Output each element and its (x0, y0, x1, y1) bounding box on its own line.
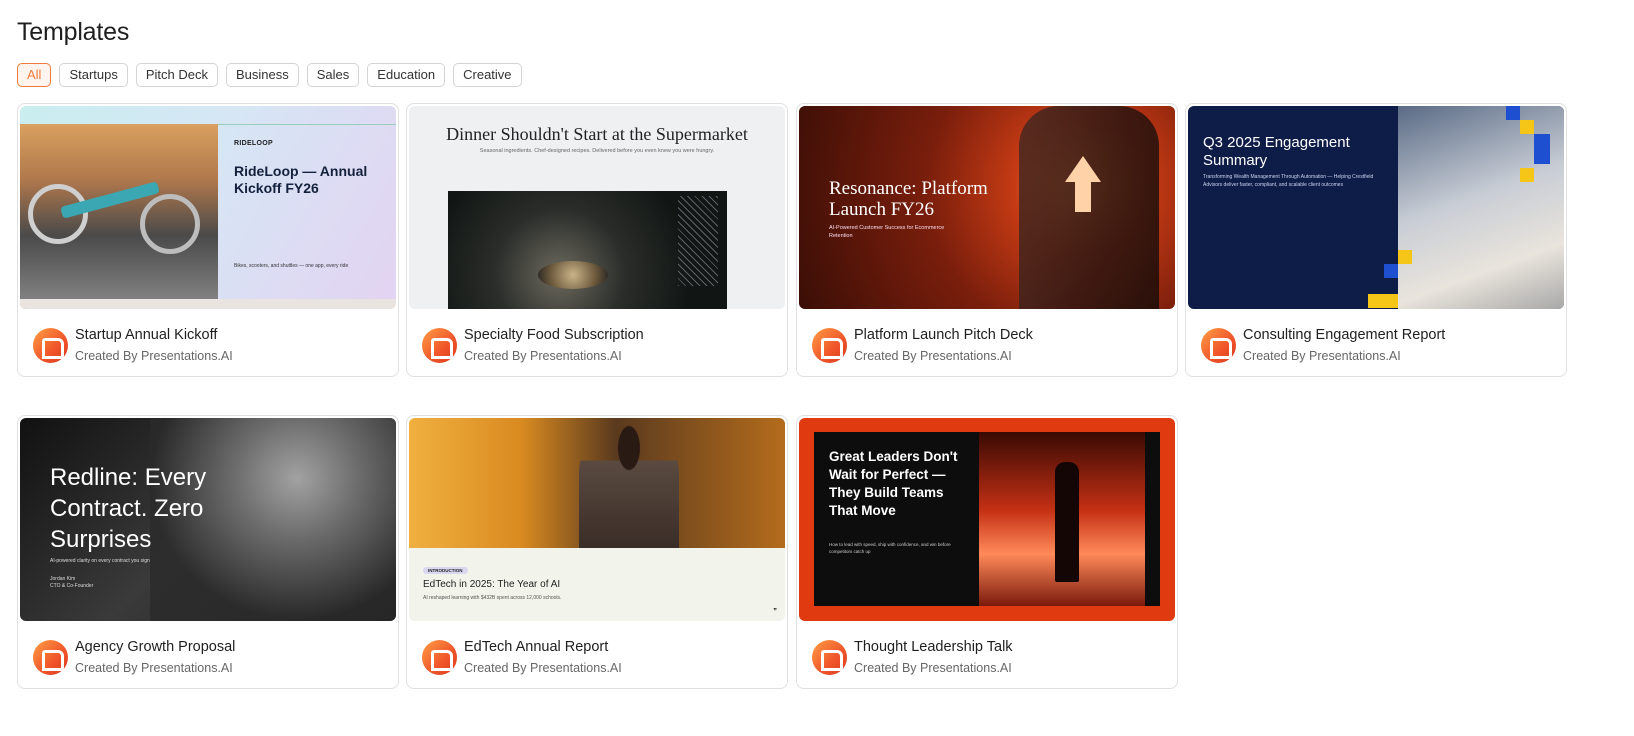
card-creator: Created By Presentations.AI (854, 349, 1012, 363)
presentations-ai-logo-icon (422, 327, 457, 363)
herb-shape (678, 196, 718, 286)
thumb-subheading: AI-powered clarity on every contract you… (50, 558, 150, 564)
section-pill: INTRODUCTION (423, 567, 468, 574)
filter-chip-all[interactable]: All (17, 63, 52, 87)
template-card[interactable]: Great Leaders Don't Wait for Perfect — T… (796, 415, 1178, 689)
card-title[interactable]: EdTech Annual Report (464, 638, 622, 656)
arrow-shaft (1075, 182, 1091, 212)
template-card[interactable]: Q3 2025 Engagement Summary Transforming … (1185, 103, 1567, 377)
presentations-ai-logo-icon (422, 639, 457, 675)
presentations-ai-logo-icon (33, 327, 68, 363)
template-thumbnail[interactable]: Resonance: Platform Launch FY26 AI-Power… (799, 106, 1175, 309)
thumb-presenter: Jordan Kim CTO & Co-Founder (50, 576, 93, 590)
filter-chip-sales[interactable]: Sales (306, 63, 360, 87)
template-thumbnail[interactable]: Q3 2025 Engagement Summary Transforming … (1188, 106, 1564, 309)
card-meta: Consulting Engagement Report Created By … (1201, 326, 1445, 364)
decor-square (1534, 134, 1550, 164)
card-creator: Created By Presentations.AI (854, 661, 1012, 675)
template-card[interactable]: Dinner Shouldn't Start at the Supermarke… (406, 103, 788, 377)
template-card[interactable]: INTRODUCTION EdTech in 2025: The Year of… (406, 415, 788, 689)
student-figure (579, 423, 679, 548)
decor-square (1520, 168, 1534, 182)
card-creator: Created By Presentations.AI (464, 349, 622, 363)
template-thumbnail[interactable]: Dinner Shouldn't Start at the Supermarke… (409, 106, 785, 309)
template-thumbnail[interactable]: Great Leaders Don't Wait for Perfect — T… (799, 418, 1175, 621)
card-meta: Agency Growth Proposal Created By Presen… (33, 638, 235, 676)
presentations-ai-logo-icon (812, 639, 847, 675)
thumb-heading: RideLoop — Annual Kickoff FY26 (234, 163, 368, 196)
card-title[interactable]: Thought Leadership Talk (854, 638, 1013, 656)
thumb-heading: Dinner Shouldn't Start at the Supermarke… (446, 124, 748, 144)
card-creator: Created By Presentations.AI (75, 661, 233, 675)
card-creator: Created By Presentations.AI (75, 349, 233, 363)
thumb-footer: Bikes, scooters, and shuttles — one app,… (234, 263, 349, 269)
presentations-ai-logo-icon (812, 327, 847, 363)
page-title: Templates (17, 18, 130, 46)
thumb-subheading: AI-Powered Customer Success for Ecommerc… (829, 225, 945, 239)
template-card[interactable]: RIDELOOP RideLoop — Annual Kickoff FY26 … (17, 103, 399, 377)
template-thumbnail[interactable]: RIDELOOP RideLoop — Annual Kickoff FY26 … (20, 106, 396, 309)
thumb-subheading: Seasonal ingredients. Chef-designed reci… (479, 148, 715, 154)
template-card[interactable]: Redline: Every Contract. Zero Surprises … (17, 415, 399, 689)
thumb-subheading: AI reshaped learning with $432B spent ac… (423, 595, 562, 601)
thumb-heading: Resonance: Platform Launch FY26 (829, 178, 988, 220)
card-creator: Created By Presentations.AI (1243, 349, 1401, 363)
decor-square (1520, 120, 1534, 134)
thumb-brand: RIDELOOP (234, 140, 273, 147)
bike-photo (20, 124, 218, 309)
presenter-role: CTO & Co-Founder (50, 583, 94, 589)
template-thumbnail[interactable]: Redline: Every Contract. Zero Surprises … (20, 418, 396, 621)
quote-icon: ❞ (773, 608, 777, 615)
bowl-shape (538, 261, 608, 289)
presentations-ai-logo-icon (1201, 327, 1236, 363)
filter-chip-startups[interactable]: Startups (59, 63, 128, 87)
leader-silhouette (1055, 462, 1079, 582)
food-photo (448, 191, 727, 309)
template-card[interactable]: Resonance: Platform Launch FY26 AI-Power… (796, 103, 1178, 377)
decor-square (1384, 264, 1398, 278)
bike-wheel-icon (140, 194, 200, 254)
arrow-up-icon (1065, 156, 1101, 182)
template-thumbnail[interactable]: INTRODUCTION EdTech in 2025: The Year of… (409, 418, 785, 621)
presentations-ai-logo-icon (33, 639, 68, 675)
card-title[interactable]: Agency Growth Proposal (75, 638, 235, 656)
thumb-subheading: Transforming Wealth Management Through A… (1203, 174, 1374, 188)
card-meta: EdTech Annual Report Created By Presenta… (422, 638, 622, 676)
filter-chip-pitch-deck[interactable]: Pitch Deck (135, 63, 219, 87)
decor-square (1506, 106, 1520, 120)
card-meta: Specialty Food Subscription Created By P… (422, 326, 644, 364)
thumb-bottom-strip (20, 299, 396, 309)
decor-square (1368, 294, 1398, 308)
presenter-name: Jordan Kim (50, 576, 76, 582)
card-title[interactable]: Specialty Food Subscription (464, 326, 644, 344)
card-creator: Created By Presentations.AI (464, 661, 622, 675)
card-title[interactable]: Consulting Engagement Report (1243, 326, 1445, 344)
filter-chip-creative[interactable]: Creative (453, 63, 522, 87)
card-meta: Platform Launch Pitch Deck Created By Pr… (812, 326, 1033, 364)
thumb-subheading: How to lead with speed, ship with confid… (829, 542, 951, 554)
filter-chip-education[interactable]: Education (367, 63, 446, 87)
card-meta: Thought Leadership Talk Created By Prese… (812, 638, 1013, 676)
thumb-heading: EdTech in 2025: The Year of AI (423, 579, 561, 590)
filter-bar: All Startups Pitch Deck Business Sales E… (17, 63, 522, 87)
thumb-heading: Q3 2025 Engagement Summary (1203, 134, 1350, 169)
student-photo (409, 418, 785, 548)
filter-chip-business[interactable]: Business (226, 63, 299, 87)
card-title[interactable]: Startup Annual Kickoff (75, 326, 233, 344)
decor-square (1398, 250, 1412, 264)
card-meta: Startup Annual Kickoff Created By Presen… (33, 326, 233, 364)
thumb-heading: Great Leaders Don't Wait for Perfect — T… (829, 449, 958, 518)
card-title[interactable]: Platform Launch Pitch Deck (854, 326, 1033, 344)
thumb-heading: Redline: Every Contract. Zero Surprises (50, 464, 207, 553)
